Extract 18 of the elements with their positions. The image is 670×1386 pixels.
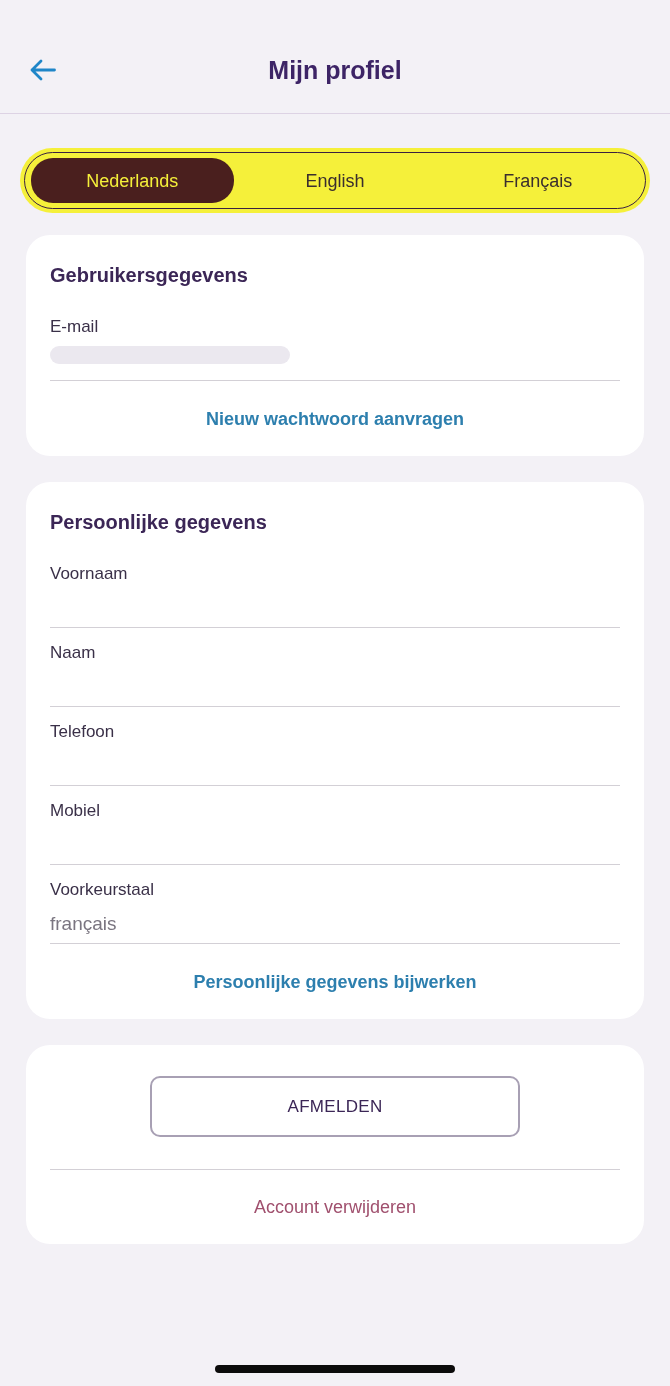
section-title: Gebruikersgegevens [50,263,249,288]
update-profile-link[interactable]: Persoonlijke gegevens bijwerken [193,970,477,994]
field-label: Mobiel [50,800,102,822]
field-label: Naam [50,642,97,664]
language-tab[interactable]: English [233,158,437,203]
request-password-link[interactable]: Nieuw wachtwoord aanvragen [205,407,465,431]
field-label: Telefoon [50,721,116,743]
page-title: Mijn profiel [268,55,402,86]
language-tab[interactable]: Français [436,158,639,203]
back-arrow-icon[interactable] [30,59,56,81]
language-tab[interactable]: Nederlands [31,158,234,203]
field-label: Voorkeurstaal [50,879,155,901]
section-title: Persoonlijke gegevens [50,510,268,535]
input-field[interactable]: français [50,901,620,944]
field-label: Voornaam [50,563,129,585]
field-label: E-mail [50,316,100,338]
logout-button[interactable]: AFMELDEN [150,1076,520,1137]
delete-account-link[interactable]: Account verwijderen [253,1195,417,1219]
